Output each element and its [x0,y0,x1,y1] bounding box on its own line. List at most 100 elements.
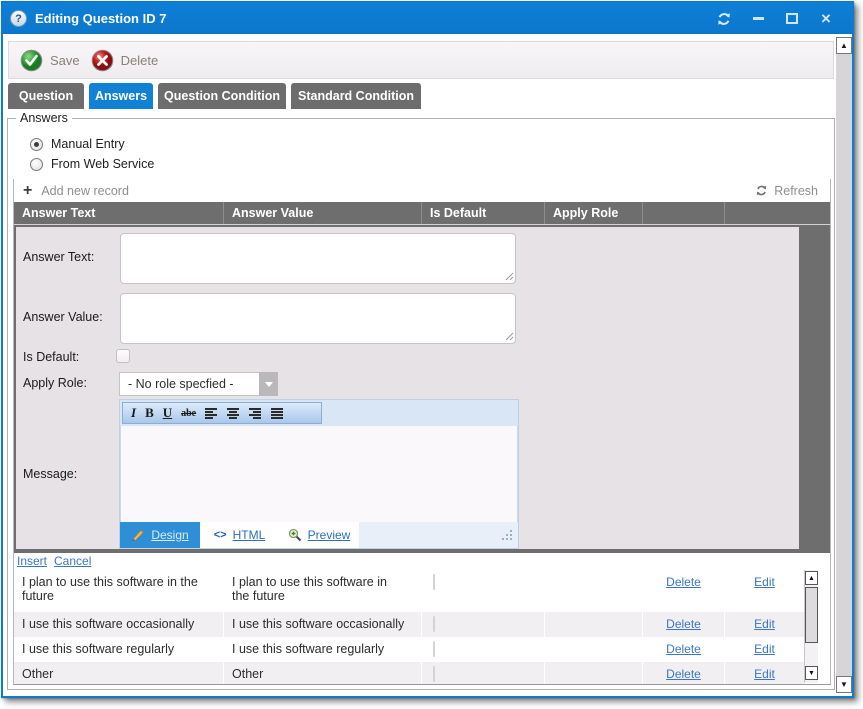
tab-answers[interactable]: Answers [89,83,153,109]
delete-row-link[interactable]: Delete [666,575,701,612]
refresh-icon [716,11,732,27]
grid-rows-viewport: I plan to use this software in the futur… [14,570,830,684]
refresh-grid-icon [755,184,768,197]
cell-answer-value: I use this software occasionally [223,612,421,637]
cell-is-default [421,570,544,612]
dialog-content: Save Delete Question Answers Question Co… [3,34,852,696]
answers-grid: + Add new record Refresh Ans [13,179,831,685]
cell-edit: Edit [724,612,804,637]
tab-question-condition[interactable]: Question Condition [158,83,286,109]
editor-mode-tabs: Design <> HTML [120,522,518,548]
scroll-up-button[interactable]: ▲ [805,571,818,585]
dialog-window: ? Editing Question ID 7 × [1,1,854,698]
insert-cancel-row: Insert Cancel [14,553,830,570]
maximize-button[interactable] [782,9,802,29]
grid-header-row: Answer Text Answer Value Is Default Appl… [14,202,830,224]
cell-is-default [421,637,544,662]
table-row: I plan to use this software in the futur… [14,570,804,612]
cell-answer-value: I use this software regularly [223,637,421,662]
command-toolbar: Save Delete [8,41,834,79]
editor-toolbar: I B U abe [120,400,518,426]
cancel-link[interactable]: Cancel [54,554,91,568]
answer-text-input[interactable] [120,233,516,284]
cell-apply-role [544,662,642,684]
align-center-button[interactable] [227,407,240,419]
delete-row-link[interactable]: Delete [666,617,701,637]
grid-refresh-button[interactable]: Refresh [755,184,818,198]
minimize-button[interactable] [748,9,768,29]
add-new-record-button[interactable]: + Add new record [23,183,129,199]
answer-text-label: Answer Text: [23,250,94,264]
grid-command-bar: + Add new record Refresh [14,179,830,202]
edit-row-link[interactable]: Edit [754,642,775,662]
cell-apply-role [544,637,642,662]
scroll-down-icon: ▼ [808,670,815,677]
titlebar: ? Editing Question ID 7 × [3,3,852,34]
answer-value-input[interactable] [120,293,516,344]
delete-icon [91,49,114,72]
apply-role-dropdown[interactable]: - No role specfied - [119,372,278,396]
italic-button[interactable]: I [131,405,136,421]
message-label: Message: [23,467,77,481]
scrollbar-thumb[interactable] [805,587,818,643]
insert-link[interactable]: Insert [17,554,47,568]
header-is-default[interactable]: Is Default [421,202,544,224]
cell-apply-role [544,612,642,637]
cell-answer-value: Other [223,662,421,684]
is-default-label: Is Default: [23,350,79,364]
grid-scrollbar[interactable]: ▲ ▼ [804,570,818,683]
chevron-down-icon [265,382,273,387]
cell-answer-text: I use this software regularly [14,637,223,662]
save-icon [20,49,43,72]
edit-row-link[interactable]: Edit [754,575,775,612]
save-label: Save [50,53,80,68]
dialog-scrollbar[interactable]: ▲ ▼ [836,37,852,693]
edit-row-link[interactable]: Edit [754,617,775,637]
tab-question[interactable]: Question [8,83,84,109]
cell-is-default [421,662,544,684]
scroll-down-button[interactable]: ▼ [836,676,852,693]
header-answer-value[interactable]: Answer Value [223,202,421,224]
bold-button[interactable]: B [145,405,154,421]
delete-button[interactable]: Delete [91,49,159,72]
edit-row-link[interactable]: Edit [754,667,775,684]
scroll-up-button[interactable]: ▲ [836,37,852,54]
align-right-button[interactable] [249,407,262,419]
underline-button[interactable]: U [163,405,172,421]
window-title: Editing Question ID 7 [35,11,166,26]
header-answer-text[interactable]: Answer Text [14,202,223,224]
strikethrough-button[interactable]: abe [181,408,196,419]
cell-delete: Delete [642,637,724,662]
header-apply-role[interactable]: Apply Role [544,202,642,224]
editor-mode-preview[interactable]: Preview [279,522,359,548]
delete-row-link[interactable]: Delete [666,642,701,662]
close-button[interactable]: × [816,9,836,29]
delete-row-link[interactable]: Delete [666,667,701,684]
row-checkbox [433,666,435,682]
row-checkbox [433,574,435,590]
message-rich-editor: I B U abe [119,399,519,549]
cell-edit: Edit [724,637,804,662]
save-button[interactable]: Save [20,49,80,72]
cell-delete: Delete [642,662,724,684]
message-editor-content[interactable] [120,426,518,522]
scroll-up-icon: ▲ [840,41,848,50]
tab-standard-condition[interactable]: Standard Condition [291,83,421,109]
window-controls: × [714,9,836,29]
editor-mode-html[interactable]: <> HTML [200,522,279,548]
editor-mode-design[interactable]: Design [120,522,200,548]
refresh-window-button[interactable] [714,9,734,29]
grid-rows: I plan to use this software in the futur… [14,570,804,684]
code-icon: <> [214,529,227,541]
scroll-down-button[interactable]: ▼ [805,666,818,680]
radio-from-web-service[interactable]: From Web Service [30,157,154,171]
header-edit-column [724,202,830,224]
is-default-checkbox[interactable] [116,349,130,363]
dropdown-arrow-button[interactable] [259,372,278,396]
editor-resize-grip[interactable] [502,530,512,540]
editor-statusbar [359,522,518,548]
radio-manual-entry[interactable]: Manual Entry [30,137,125,151]
align-left-button[interactable] [205,407,218,419]
help-icon[interactable]: ? [10,10,27,27]
justify-button[interactable] [271,407,284,419]
